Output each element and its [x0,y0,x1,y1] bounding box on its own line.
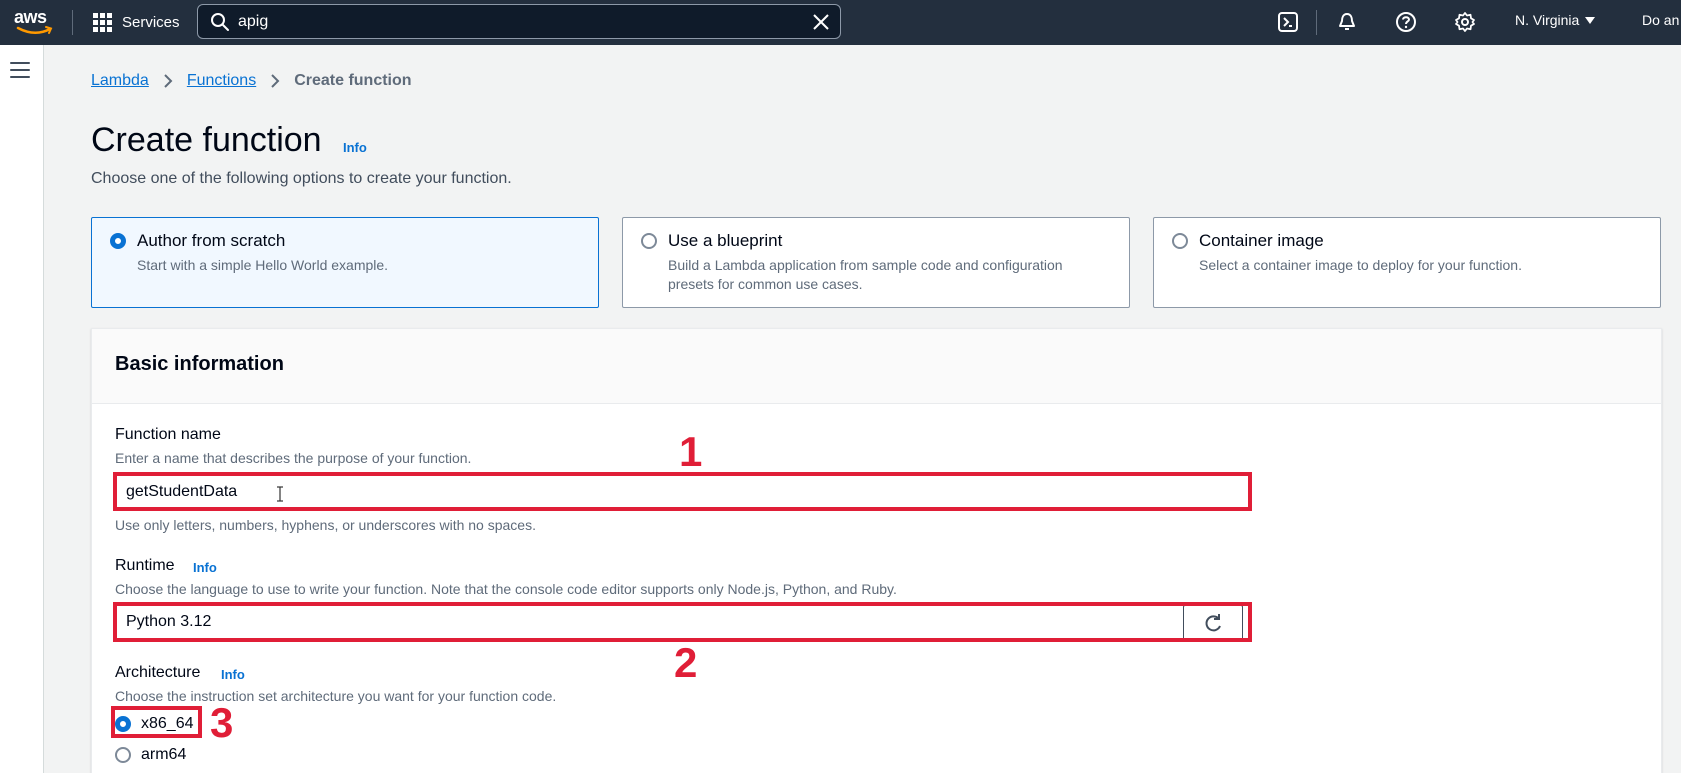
annotation-number: 1 [679,428,703,475]
menu-icon[interactable] [10,62,30,78]
help-icon[interactable] [1395,11,1417,33]
breadcrumb-current: Create function [294,72,412,89]
function-name-description: Enter a name that describes the purpose … [115,450,472,466]
side-navigation-rail [0,45,44,773]
region-label: N. Virginia [1515,12,1580,28]
refresh-runtime-button[interactable] [1183,605,1243,642]
radio-button[interactable] [115,716,131,732]
option-description: Select a container image to deploy for y… [1199,257,1522,273]
function-name-value: getStudentData [126,482,238,500]
runtime-description: Choose the language to use to write your… [115,581,897,597]
function-name-label: Function name [115,426,221,443]
search-box[interactable] [197,4,841,39]
radio-button[interactable] [641,233,657,249]
option-author-from-scratch[interactable]: Author from scratch Start with a simple … [91,217,599,308]
radio-button[interactable] [115,747,131,763]
chevron-right-icon [271,74,280,88]
option-use-a-blueprint[interactable]: Use a blueprint Build a Lambda applicati… [622,217,1130,308]
basic-information-panel: Basic information [91,328,1662,773]
title-info-link[interactable]: Info [343,140,367,155]
radio-button[interactable] [1172,233,1188,249]
option-title: Use a blueprint [668,231,783,250]
aws-smile-icon [16,26,53,34]
annotation-number: 3 [210,699,234,746]
architecture-option-label: x86_64 [141,715,194,732]
page-description: Choose one of the following options to c… [91,170,512,187]
option-title: Author from scratch [137,231,286,250]
cloudshell-icon[interactable] [1277,11,1299,33]
architecture-option-x86-64[interactable]: x86_64 [115,715,194,733]
option-title: Container image [1199,231,1324,250]
close-icon[interactable] [812,13,830,31]
panel-header: Basic information [92,329,1661,404]
refresh-icon [1205,613,1221,631]
settings-icon[interactable] [1454,11,1476,33]
top-navigation-bar: aws Services apig N. Virginia Do an [0,0,1681,45]
architecture-option-arm64[interactable]: arm64 [115,746,186,764]
architecture-label: Architecture [115,664,201,681]
annotation-number: 2 [674,639,698,686]
panel-heading: Basic information [115,353,284,375]
page-title: Create function [91,121,322,159]
breadcrumb: Lambda Functions Create function [91,72,412,90]
runtime-select[interactable]: Python 3.12 [115,604,1250,639]
breadcrumb-functions-link[interactable]: Functions [187,72,256,90]
region-selector[interactable]: N. Virginia [1515,12,1596,28]
search-input[interactable] [238,12,798,31]
architecture-description: Choose the instruction set architecture … [115,688,557,704]
function-name-constraint: Use only letters, numbers, hyphens, or u… [115,517,536,533]
option-description: Build a Lambda application from sample c… [668,257,1063,292]
runtime-label: Runtime [115,557,175,574]
aws-logo-text: aws [14,7,47,27]
runtime-info-link[interactable]: Info [193,560,217,575]
nav-divider [1316,10,1317,35]
aws-logo[interactable]: aws [14,8,58,36]
chevron-right-icon [164,74,173,88]
function-name-input[interactable]: getStudentData [115,474,1250,509]
search-icon [211,12,229,31]
services-label: Services [122,14,180,31]
architecture-info-link[interactable]: Info [221,667,245,682]
caret-down-icon [1585,16,1596,24]
grid-icon [93,13,112,32]
breadcrumb-lambda-link[interactable]: Lambda [91,72,149,90]
architecture-option-label: arm64 [141,746,187,763]
nav-divider [72,10,73,35]
notifications-icon[interactable] [1336,11,1358,33]
radio-button[interactable] [110,233,126,249]
account-menu[interactable]: Do an [1642,12,1679,28]
option-description: Start with a simple Hello World example. [137,257,389,273]
option-container-image[interactable]: Container image Select a container image… [1153,217,1661,308]
runtime-value: Python 3.12 [126,612,212,630]
text-cursor-icon [277,486,283,502]
services-menu-button[interactable]: Services [93,10,180,35]
